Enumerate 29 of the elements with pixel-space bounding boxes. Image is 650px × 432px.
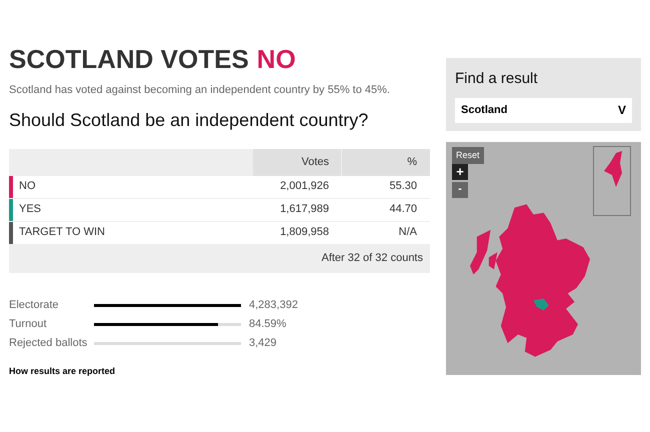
finder-title: Find a result [455, 69, 539, 89]
headline-result: NO [256, 46, 296, 72]
table-cell-text: TARGET TO WIN [18, 225, 106, 240]
stat-label: Electorate [9, 298, 60, 314]
table-cell-text: 55.30 [388, 179, 418, 194]
region-select[interactable]: Scotland V [455, 98, 632, 122]
stat-value: 84.59% [249, 317, 286, 332]
zoom-out-button[interactable]: - [452, 182, 468, 198]
column-header: % [342, 148, 430, 176]
table-cell-text: N/A [398, 225, 418, 240]
stat-label: Turnout [9, 317, 48, 332]
stat-value: 3,429 [249, 336, 277, 352]
headline: SCOTLAND VOTES [9, 46, 249, 72]
counts-text: After 32 of 32 counts [321, 251, 423, 266]
table-cell-text: 44.70 [388, 202, 418, 218]
reset-button[interactable]: Reset [452, 146, 484, 164]
summary-text: Scotland has voted against becoming an independent country by 55% to 45%. [9, 83, 391, 98]
caret-icon: V [618, 101, 626, 119]
table-cell-text: NO [18, 179, 36, 194]
table-cell-text: YES [18, 202, 42, 218]
column-header: Votes [253, 148, 341, 176]
question-heading: Should Scotland be an independent country? [9, 108, 370, 132]
stat-label: Rejected ballots [9, 336, 88, 352]
results-link[interactable]: How results are reported [9, 364, 430, 378]
zoom-in-button[interactable]: + [452, 164, 468, 180]
stat-value: 4,283,392 [249, 298, 298, 314]
table-cell-text: 1,617,989 [279, 202, 330, 218]
table-cell-text: 2,001,926 [279, 179, 330, 194]
table-cell-text: 1,809,958 [279, 225, 330, 240]
